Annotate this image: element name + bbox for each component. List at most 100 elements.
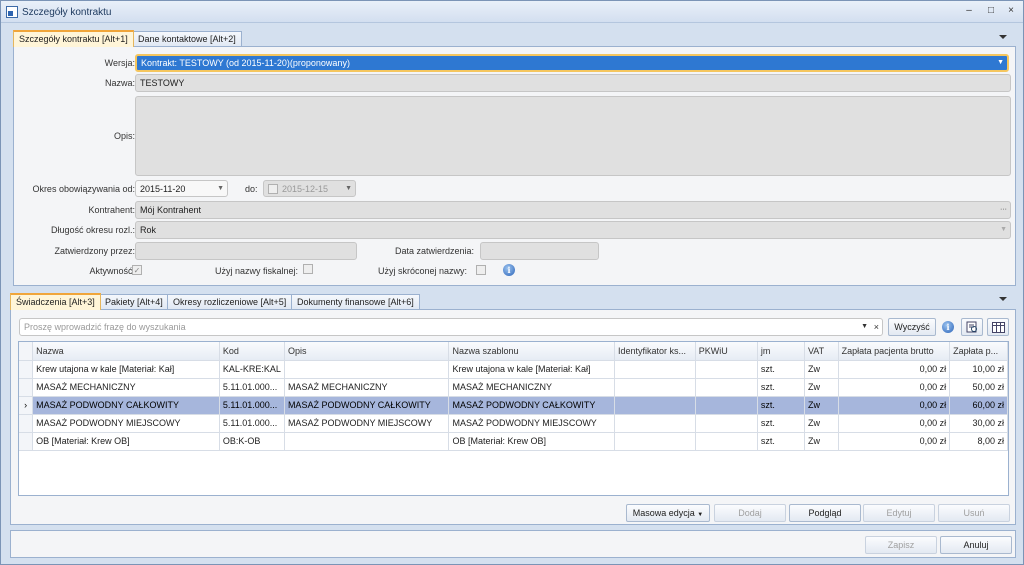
row-indicator-header <box>19 342 34 361</box>
column-header[interactable]: Zapłata pacjenta brutto <box>838 342 951 361</box>
table-cell: OB [Materiał: Krew OB] <box>448 432 615 451</box>
clear-search-button[interactable]: Wyczyść <box>888 318 936 336</box>
column-header[interactable]: Zapłata p... <box>949 342 1008 361</box>
opis-textarea[interactable] <box>135 96 1011 176</box>
wersja-value: Kontrakt: TESTOWY (od 2015-11-20)(propon… <box>141 58 350 68</box>
wersja-select[interactable]: Kontrakt: TESTOWY (od 2015-11-20)(propon… <box>135 54 1009 72</box>
column-header[interactable]: Nazwa <box>32 342 220 361</box>
table-cell <box>695 396 758 415</box>
table-cell: Zw <box>804 414 839 433</box>
table-cell: szt. <box>757 414 805 433</box>
table-cell <box>284 432 450 451</box>
cancel-button[interactable]: Anuluj <box>940 536 1012 554</box>
table-row[interactable]: MASAŻ PODWODNY MIEJSCOWY 5.11.01.000... MA… <box>19 414 1008 433</box>
edit-button[interactable]: Edytuj <box>863 504 935 522</box>
table-cell: MASAŻ PODWODNY CAŁKOWITY <box>32 396 220 415</box>
columns-chooser-icon[interactable] <box>987 318 1009 336</box>
table-row[interactable]: › MASAŻ PODWODNY CAŁKOWITY 5.11.01.000... M… <box>19 396 1008 415</box>
chevron-down-icon[interactable]: ▼ <box>861 319 868 335</box>
chevron-down-icon[interactable]: ▼ <box>345 181 352 196</box>
tabs-menu-icon[interactable] <box>999 297 1007 302</box>
table-cell: 5.11.01.000... <box>219 414 285 433</box>
table-cell: 50,00 zł <box>949 378 1008 397</box>
chevron-down-icon[interactable]: ▼ <box>997 56 1004 70</box>
okres-od-date[interactable]: 2015-11-20 ▼ <box>135 180 228 197</box>
dlugosc-select[interactable]: Rok ▼ <box>135 221 1011 239</box>
minimize-button[interactable]: – <box>961 4 977 18</box>
kontrahent-field[interactable]: Mój Kontrahent ··· <box>135 201 1011 219</box>
okres-do-date[interactable]: 2015-12-15 ▼ <box>263 180 356 197</box>
column-header[interactable]: VAT <box>804 342 839 361</box>
do-label: do: <box>245 184 258 194</box>
info-icon[interactable]: i <box>503 264 515 276</box>
title-bar[interactable]: Szczegóły kontraktu – □ × <box>1 1 1023 23</box>
table-cell: 10,00 zł <box>949 360 1008 379</box>
table-cell: 0,00 zł <box>838 414 951 433</box>
column-header[interactable]: Kod <box>219 342 285 361</box>
window-title: Szczegóły kontraktu <box>22 7 112 18</box>
table-row[interactable]: MASAŻ MECHANICZNY 5.11.01.000... MASAŻ MEC… <box>19 378 1008 397</box>
tab-szczegoly[interactable]: Szczegóły kontraktu [Alt+1] <box>13 30 134 47</box>
tabs-menu-icon[interactable] <box>999 35 1007 40</box>
aktywnosc-checkbox[interactable]: ✓ <box>132 265 142 275</box>
tab-swiadczenia[interactable]: Świadczenia [Alt+3] <box>10 293 101 310</box>
add-button[interactable]: Dodaj <box>714 504 786 522</box>
table-cell: OB [Materiał: Krew OB] <box>32 432 220 451</box>
table-cell <box>695 414 758 433</box>
table-cell: szt. <box>757 378 805 397</box>
table-cell: Zw <box>804 396 839 415</box>
data-zatwierdzenia-label: Data zatwierdzenia: <box>395 246 475 256</box>
search-input[interactable]: Proszę wprowadzić frazę do wyszukania ▼ … <box>19 318 883 336</box>
table-cell: KAL-KRE:KAL <box>219 360 285 379</box>
okres-do-checkbox[interactable] <box>268 184 278 194</box>
table-cell: 0,00 zł <box>838 432 951 451</box>
window: Szczegóły kontraktu – □ × Szczegóły kont… <box>0 0 1024 565</box>
skroconej-checkbox[interactable] <box>476 265 486 275</box>
fiskalnej-checkbox[interactable] <box>303 264 313 274</box>
column-header[interactable]: Identyfikator ks... <box>614 342 696 361</box>
table-cell: MASAŻ MECHANICZNY <box>284 378 450 397</box>
row-indicator <box>19 360 34 379</box>
data-zatwierdzenia-field[interactable] <box>480 242 599 260</box>
table-row[interactable]: OB [Materiał: Krew OB] OB:K-OB OB [Materia… <box>19 432 1008 451</box>
column-header[interactable]: Nazwa szablonu <box>448 342 615 361</box>
tab-pakiety[interactable]: Pakiety [Alt+4] <box>99 294 169 310</box>
table-cell: 60,00 zł <box>949 396 1008 415</box>
ellipsis-icon[interactable]: ··· <box>1000 202 1007 218</box>
table-row[interactable]: Krew utajona w kale [Materiał: Kał] KAL-K… <box>19 360 1008 379</box>
wersja-label: Wersja: <box>104 58 135 68</box>
clear-icon[interactable]: × <box>874 319 879 335</box>
table-cell: Krew utajona w kale [Materiał: Kał] <box>448 360 615 379</box>
chevron-down-icon: ▼ <box>697 512 704 518</box>
column-header[interactable]: PKWiU <box>695 342 758 361</box>
tab-dokumenty[interactable]: Dokumenty finansowe [Alt+6] <box>291 294 420 310</box>
table-cell <box>614 414 696 433</box>
maximize-button[interactable]: □ <box>983 4 999 18</box>
preview-button[interactable]: Podgląd <box>789 504 861 522</box>
table-cell <box>614 378 696 397</box>
okres-od-value: 2015-11-20 <box>140 184 186 194</box>
chevron-down-icon[interactable]: ▼ <box>217 181 224 196</box>
nazwa-field[interactable]: TESTOWY <box>135 74 1011 92</box>
table-cell: MASAŻ PODWODNY MIEJSCOWY <box>448 414 615 433</box>
tab-okresy[interactable]: Okresy rozliczeniowe [Alt+5] <box>167 294 293 310</box>
table-cell: 5.11.01.000... <box>219 378 285 397</box>
table-cell: 0,00 zł <box>838 396 951 415</box>
table-cell: Zw <box>804 378 839 397</box>
mass-edit-button[interactable]: Masowa edycja ▼ <box>626 504 710 522</box>
info-icon[interactable]: i <box>942 321 954 333</box>
chevron-down-icon[interactable]: ▼ <box>1000 222 1007 238</box>
app-icon <box>6 6 18 18</box>
tab-dane-kontaktowe[interactable]: Dane kontaktowe [Alt+2] <box>132 31 242 47</box>
column-header[interactable]: jm <box>757 342 805 361</box>
export-report-icon[interactable] <box>961 318 983 336</box>
save-button[interactable]: Zapisz <box>865 536 937 554</box>
close-button[interactable]: × <box>1003 4 1019 18</box>
table-cell <box>614 396 696 415</box>
row-indicator <box>19 432 34 451</box>
zatwierdzony-field[interactable] <box>135 242 357 260</box>
delete-button[interactable]: Usuń <box>938 504 1010 522</box>
opis-label: Opis: <box>113 131 135 141</box>
column-header[interactable]: Opis <box>284 342 450 361</box>
row-indicator <box>19 378 34 397</box>
